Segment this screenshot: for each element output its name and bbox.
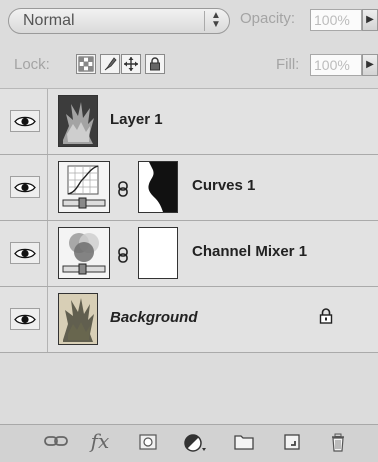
fill-arrow-button[interactable]: ▶ — [362, 54, 378, 76]
layer-mask-thumbnail[interactable] — [138, 161, 178, 213]
trash-can-icon — [332, 433, 344, 452]
layers-empty-area — [0, 353, 378, 424]
visibility-toggle[interactable] — [10, 308, 40, 330]
visibility-toggle[interactable] — [10, 242, 40, 264]
new-layer-button[interactable] — [280, 433, 304, 455]
plant-photo-thumbnail-icon — [59, 294, 97, 344]
layer-name[interactable]: Background — [110, 309, 198, 326]
fill-label: Fill: — [276, 56, 300, 73]
plant-image-thumbnail-icon — [59, 96, 97, 146]
blend-mode-value: Normal — [23, 12, 75, 29]
visibility-cell — [0, 89, 48, 154]
fill-input[interactable]: 100% — [310, 54, 362, 76]
link-layers-button[interactable] — [44, 433, 68, 455]
layer-thumbnail — [58, 95, 98, 147]
visibility-toggle[interactable] — [10, 176, 40, 198]
half-circle-adjustment-icon — [184, 434, 206, 452]
padlock-icon — [150, 57, 160, 71]
add-layer-mask-button[interactable] — [136, 433, 160, 455]
eye-icon — [14, 116, 36, 127]
adjustment-thumbnail — [58, 161, 110, 213]
new-page-icon — [284, 434, 300, 450]
lock-label: Lock: — [14, 56, 50, 73]
link-chain-icon[interactable] — [117, 247, 129, 263]
opacity-arrow-button[interactable]: ▶ — [362, 9, 378, 31]
layer-row-layer-1[interactable]: Layer 1 — [0, 89, 378, 155]
layer-row-channel-mixer-1[interactable]: Channel Mixer 1 — [0, 221, 378, 287]
adjustment-thumbnail — [58, 227, 110, 279]
opacity-label: Opacity: — [240, 10, 296, 27]
link-chain-icon[interactable] — [117, 181, 129, 197]
link-icon — [44, 436, 68, 446]
channel-mixer-adjustment-icon — [59, 228, 109, 278]
layers-list: Layer 1 Curves 1 Channel Mixer 1 Backgro… — [0, 89, 378, 424]
brush-icon — [104, 57, 117, 71]
blend-opacity-row: Normal ▲ ▼ Opacity: 100% ▶ — [0, 0, 378, 44]
layer-thumbnail — [58, 293, 98, 345]
layer-style-fx-button[interactable]: fx — [88, 429, 112, 453]
move-arrows-icon — [124, 57, 138, 71]
visibility-cell — [0, 287, 48, 352]
transparency-checker-icon — [78, 56, 94, 72]
new-group-button[interactable] — [232, 433, 256, 455]
layer-row-curves-1[interactable]: Curves 1 — [0, 155, 378, 221]
new-adjustment-layer-button[interactable] — [183, 433, 207, 455]
eye-icon — [14, 182, 36, 193]
blend-mode-stepper-icon: ▲ ▼ — [204, 11, 227, 31]
lock-pixels-button[interactable] — [100, 54, 120, 74]
lock-fill-row: Lock: Fill: 100% ▶ — [0, 44, 378, 89]
layer-name[interactable]: Layer 1 — [110, 111, 163, 128]
curves-adjustment-icon — [59, 162, 109, 212]
layer-name[interactable]: Channel Mixer 1 — [192, 243, 307, 260]
lock-icon — [319, 308, 333, 324]
layer-mask-icon — [139, 434, 157, 450]
blend-mode-select[interactable]: Normal ▲ ▼ — [8, 8, 230, 34]
visibility-cell — [0, 155, 48, 220]
lock-all-button[interactable] — [145, 54, 165, 74]
layer-mask-thumbnail[interactable] — [138, 227, 178, 279]
lock-transparency-button[interactable] — [76, 54, 96, 74]
layer-row-background[interactable]: Background — [0, 287, 378, 353]
layers-toolbar: fx — [0, 424, 378, 462]
visibility-cell — [0, 221, 48, 286]
opacity-input[interactable]: 100% — [310, 9, 362, 31]
layer-name[interactable]: Curves 1 — [192, 177, 255, 194]
visibility-toggle[interactable] — [10, 110, 40, 132]
silhouette-mask-icon — [139, 162, 177, 212]
eye-icon — [14, 248, 36, 259]
delete-layer-button[interactable] — [326, 433, 350, 455]
folder-icon — [234, 435, 254, 450]
eye-icon — [14, 314, 36, 325]
lock-position-button[interactable] — [121, 54, 141, 74]
